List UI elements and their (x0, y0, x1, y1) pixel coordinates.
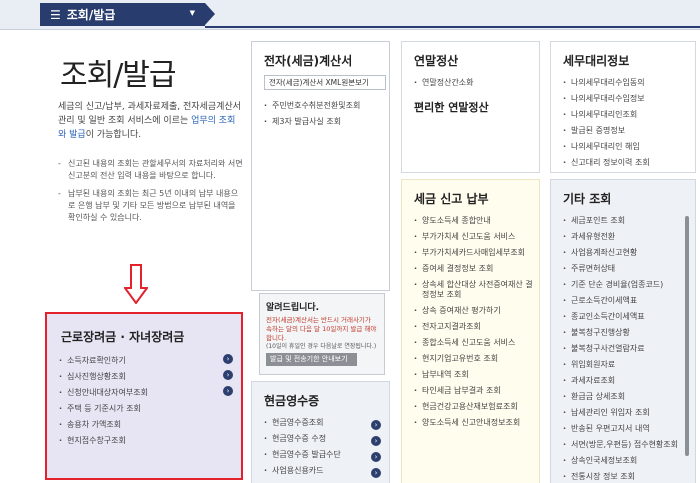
top-nav-bar: ☰ 조회/발급 ▼ (0, 0, 700, 30)
menu-label: 조회/발급 (66, 8, 116, 22)
go-icon[interactable]: › (223, 354, 233, 364)
menu-dropdown[interactable]: ☰ 조회/발급 ▼ (40, 3, 215, 26)
list-item[interactable]: 소득자료확인하기 (59, 353, 241, 369)
list-item[interactable]: 전자고지결과조회 (414, 319, 539, 335)
panel-title: 전자(세금)계산서 (264, 54, 353, 68)
list-item[interactable]: 신고대리 정보이력 조회 (563, 155, 695, 171)
list-item[interactable]: 서면(방문,우편등) 접수현황조회 (563, 437, 695, 453)
list-item[interactable]: 사업용계좌신고현황 (563, 245, 695, 261)
list-item[interactable]: 연말정산간소화 (414, 75, 539, 91)
notice-text: 전자(세금)계산서는 반드시 거래사기가 속하는 달의 다음 달 10일까지 발… (266, 316, 377, 342)
list-item[interactable]: 근로소득간이세액표 (563, 293, 695, 309)
page-description: 세금의 신고/납부, 과세자료제출, 전자세금계산서 관리 및 일반 조회 서비… (58, 102, 241, 140)
list-item[interactable]: 발급된 증명정보 (563, 123, 695, 139)
list-item[interactable]: 제3자 발급사실 조회 (264, 114, 389, 130)
list-item[interactable]: 신청안내대상자여부조회 (59, 385, 241, 401)
list-item[interactable]: 불복청구진행상황 (563, 325, 695, 341)
list-item[interactable]: 상속 증여재산 평가하기 (414, 303, 539, 319)
list-item[interactable]: 송용차 가액조회 (59, 417, 241, 433)
menu-icon: ☰ (50, 7, 61, 22)
list-item[interactable]: 위임회원자료 (563, 357, 695, 373)
list-item[interactable]: 주민번호수취분전환및조회 (264, 98, 389, 114)
tax-report-panel: 세금 신고 납부 양도소득세 종합안내 부가가치세 신고도움 서비스 부가가치세… (401, 179, 540, 483)
panel-title: 근로장려금 · 자녀장려금 (61, 330, 185, 344)
list-item[interactable]: 과세자료조회 (563, 373, 695, 389)
other-inquiry-panel: 기타 조회 세금포인트 조회 과세유형전환 사업용계좌신고현황 주류면허상태 기… (550, 179, 696, 483)
caret-down-icon: ▼ (189, 9, 195, 17)
go-icon[interactable]: › (223, 386, 233, 396)
list-item[interactable]: 타인세금 납부결과 조회 (414, 383, 539, 399)
panel-title: 세금 신고 납부 (414, 192, 489, 206)
list-item[interactable]: 현지접수창구조회 (59, 433, 241, 449)
list-item[interactable]: 불복청구사건열람자료 (563, 341, 695, 357)
panel-subtitle[interactable]: 편리한 연말정산 (414, 99, 539, 115)
xml-view-button[interactable]: 전자(세금)계산서 XML원본보기 (264, 75, 386, 90)
list-item[interactable]: 나의세무대리인조회 (563, 107, 695, 123)
year-end-panel: 연말정산 연말정산간소화 편리한 연말정산 (401, 41, 540, 173)
intro-notes: 신고된 내용의 조회는 관할세무서의 자료처리와 서면신고분의 전산 입력 내용… (58, 158, 243, 230)
go-icon[interactable]: › (371, 436, 381, 446)
panel-title: 현금영수증 (264, 394, 320, 408)
list-item[interactable]: 주택 등 기준시가 조회 (59, 401, 241, 417)
list-item[interactable]: 나의세무대리수임동의 (563, 75, 695, 91)
scrollbar[interactable] (685, 216, 689, 456)
notice-title: 알려드립니다. (266, 303, 320, 313)
list-item[interactable]: 납부내역 조회 (414, 367, 539, 383)
go-icon[interactable]: › (371, 468, 381, 478)
down-arrow-icon (124, 264, 148, 304)
list-item[interactable]: 심사진행상황조회 (59, 369, 241, 385)
go-icon[interactable]: › (371, 452, 381, 462)
list-item[interactable]: 양도소득세 종합안내 (414, 213, 539, 229)
list-item[interactable]: 종교인소득간이세액표 (563, 309, 695, 325)
list-item[interactable]: 부가가치세 신고도움 서비스 (414, 229, 539, 245)
list-item[interactable]: 환급금 상세조회 (563, 389, 695, 405)
page-title: 조회/발급 (60, 58, 177, 93)
list-item[interactable]: 종합소득세 신고도움 서비스 (414, 335, 539, 351)
list-item[interactable]: 부가가치세카드사매입세부조회 (414, 245, 539, 261)
list-item[interactable]: 현금건강고용산재보험료조회 (414, 399, 539, 415)
panel-title: 기타 조회 (563, 192, 612, 206)
list-item[interactable]: 증여세 결정정보 조회 (414, 261, 539, 277)
panel-title: 세무대리정보 (563, 54, 630, 68)
list-item[interactable]: 양도소득세 신고안내정보조회 (414, 415, 539, 431)
list-item[interactable]: 기준 단순 경비율(업종코드) (563, 277, 695, 293)
go-icon[interactable]: › (371, 420, 381, 430)
list-item[interactable]: 현지기업고유번호 조회 (414, 351, 539, 367)
note-item: 신고된 내용의 조회는 관할세무서의 자료처리와 서면신고분의 전산 입력 내용… (58, 158, 243, 182)
deadline-guide-button[interactable]: 발급 및 전송기한 안내보기 (266, 353, 357, 366)
list-item[interactable]: 나의세무대리인 해임 (563, 139, 695, 155)
notice-subtext: (10일이 휴일인 경우 다음날로 연장됩니다.) (266, 343, 377, 350)
note-item: 납부된 내용의 조회는 최근 5년 이내의 납부 내용으로 은행 납부 및 기타… (58, 188, 243, 224)
list-item[interactable]: 전통시장 정보 조회 (563, 469, 695, 483)
list-item[interactable]: 상속세 합산대상 사전증여재산 결정정보 조회 (414, 277, 539, 303)
list-item[interactable]: 상속인국세정보조회 (563, 453, 695, 469)
list-item[interactable]: 반송된 우편고지서 내역 (563, 421, 695, 437)
list-item[interactable]: 주류면허상태 (563, 261, 695, 277)
list-item[interactable]: 세금포인트 조회 (563, 213, 695, 229)
tax-invoice-panel: 전자(세금)계산서 전자(세금)계산서 XML원본보기 주민번호수취분전환및조회… (251, 41, 390, 291)
list-item[interactable]: 나의세무대리수임정보 (563, 91, 695, 107)
notice-box: 알려드립니다. 전자(세금)계산서는 반드시 거래사기가 속하는 달의 다음 달… (259, 293, 385, 375)
panel-title: 연말정산 (414, 54, 459, 68)
list-item[interactable]: 납세관리인 위임자 조회 (563, 405, 695, 421)
list-item[interactable]: 과세유형전환 (563, 229, 695, 245)
go-icon[interactable]: › (223, 370, 233, 380)
cash-receipt-panel: 현금영수증 현금영수증조회 현금영수증 수정 현금영수증 발급수단 사업용신용카… (251, 381, 390, 483)
nav-underline (205, 26, 700, 28)
earned-income-panel: 근로장려금 · 자녀장려금 소득자료확인하기 심사진행상황조회 신청안내대상자여… (45, 312, 243, 480)
tax-agent-panel: 세무대리정보 나의세무대리수임동의 나의세무대리수임정보 나의세무대리인조회 발… (550, 41, 696, 173)
